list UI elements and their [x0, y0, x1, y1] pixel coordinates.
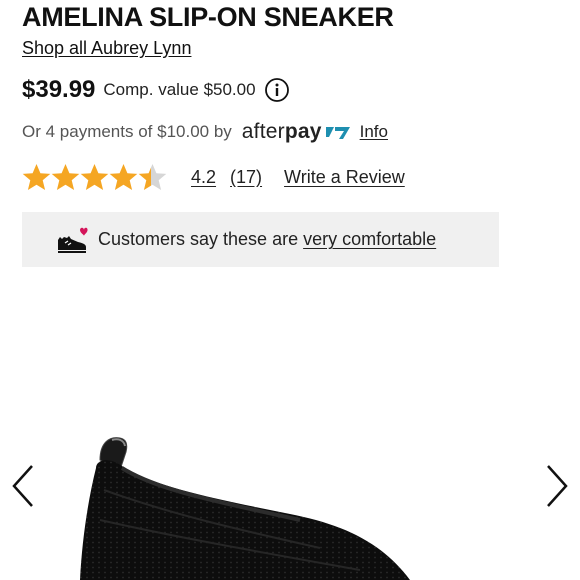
afterpay-logo-text-bold: pay — [284, 120, 322, 143]
product-image — [80, 437, 410, 580]
star-icon — [109, 164, 138, 190]
rating-average[interactable]: 4.2 — [191, 167, 216, 188]
comp-value: Comp. value $50.00 — [103, 80, 256, 99]
banner-text-label: Customers say these are — [98, 229, 299, 249]
afterpay-arrows-icon — [325, 127, 350, 139]
chevron-left-icon[interactable] — [6, 462, 38, 510]
afterpay-logo: afterpay — [242, 120, 352, 144]
product-title: AMELINA SLIP-ON SNEAKER — [22, 2, 394, 32]
price-row: $39.99 Comp. value $50.00 — [22, 76, 290, 104]
star-partial-icon — [138, 164, 167, 190]
very-comfortable-link[interactable]: very comfortable — [303, 229, 436, 249]
afterpay-row: Or 4 payments of $10.00 by afterpay Info — [22, 120, 388, 144]
chevron-right-icon[interactable] — [542, 462, 574, 510]
product-price: $39.99 — [22, 76, 96, 103]
star-icon — [51, 164, 80, 190]
shoe-heart-icon — [58, 227, 88, 253]
rating-row: 4.2 (17) Write a Review — [22, 162, 405, 192]
afterpay-logo-text-light: after — [241, 120, 285, 143]
star-icon — [80, 164, 109, 190]
write-review-link[interactable]: Write a Review — [284, 167, 405, 188]
afterpay-info-link[interactable]: Info — [360, 122, 388, 142]
installments-text: Or 4 payments of $10.00 by — [22, 122, 232, 141]
comfort-banner: Customers say these are very comfortable — [22, 212, 499, 267]
rating-count[interactable]: (17) — [230, 167, 262, 188]
star-icon — [22, 164, 51, 190]
banner-text: Customers say these are very comfortable — [98, 229, 436, 250]
star-rating — [22, 164, 167, 190]
shop-all-brand-link[interactable]: Shop all Aubrey Lynn — [22, 38, 191, 59]
info-circle-icon[interactable] — [264, 77, 290, 103]
